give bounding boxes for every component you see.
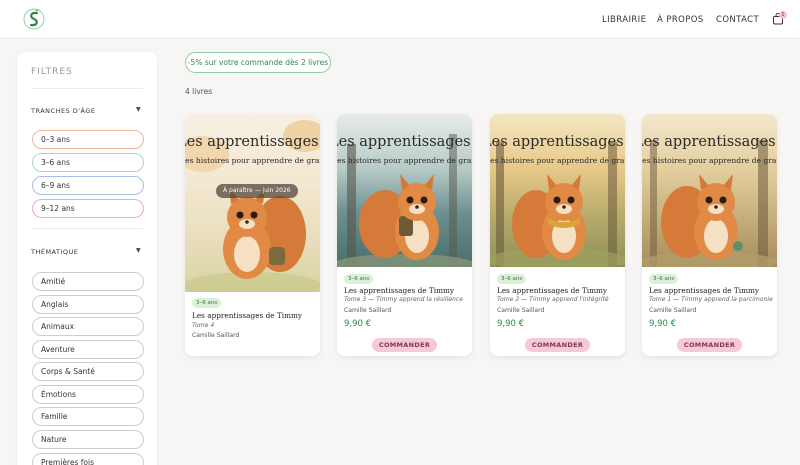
age-badge: 3–6 ans [192,298,222,308]
book-price: 9,90 € [344,319,372,329]
theme-filter-famille[interactable]: Famille [32,407,144,426]
book-subtitle: Tome 1 — Timmy apprend la parcimonie [649,296,773,303]
nav-a-propos[interactable]: À PROPOS [657,15,704,25]
cover-title: Les apprentissages de Timmy [642,134,777,150]
book-card[interactable]: Les apprentissages de Timmy Des histoire… [490,114,625,356]
order-button[interactable]: COMMANDER [525,338,590,352]
theme-filter-nature[interactable]: Nature [32,430,144,449]
cover-subtitle: Des histoires pour apprendre de grandes [185,156,320,165]
cover-title: Les apprentissages de Timmy [337,134,472,150]
cover-title: Les apprentissages de Timmy [490,134,625,150]
nav-contact[interactable]: CONTACT [716,15,759,25]
promo-banner[interactable]: -5% sur votre commande dès 2 livres [185,52,331,73]
book-title[interactable]: Les apprentissages de Timmy [649,286,759,295]
chevron-down-icon[interactable]: ▼ [136,106,141,113]
theme-filter-animaux[interactable]: Animaux [32,317,144,336]
theme-filter-premieres-fois[interactable]: Premières fois [32,453,144,465]
book-price: 9,90 € [649,319,677,329]
results-count: 4 livres [185,87,213,96]
book-subtitle: Tome 2 — Timmy apprend l'intégrité [497,296,609,303]
book-title[interactable]: Les apprentissages de Timmy [192,311,302,320]
book-author: Camille Saillard [497,307,545,314]
book-cover[interactable]: Les apprentissages de Timmy Des histoire… [490,114,625,267]
theme-filter-amitie[interactable]: Amitié [32,272,144,291]
book-cover[interactable]: Les apprentissages de Timmy Des histoire… [337,114,472,267]
cover-subtitle: Des histoires pour apprendre de grandes [337,156,472,165]
book-cover[interactable]: Les apprentissages de Timmy Des histoire… [642,114,777,267]
age-filter-3-6[interactable]: 3–6 ans [32,153,144,172]
order-button[interactable]: COMMANDER [372,338,437,352]
coming-soon-badge: À paraître — juin 2026 [216,184,298,198]
age-badge: 3–6 ans [344,274,374,284]
theme-filter-emotions[interactable]: Émotions [32,385,144,404]
book-title[interactable]: Les apprentissages de Timmy [344,286,454,295]
divider [31,228,143,229]
book-subtitle: Tome 4 [192,322,215,329]
theme-filter-aventure[interactable]: Aventure [32,340,144,359]
theme-section-title[interactable]: THÉMATIQUE [31,248,78,256]
cover-title: Les apprentissages de Timmy [185,134,320,150]
filters-sidebar: FILTRES TRANCHES D'ÂGE ▼ 0–3 ans 3–6 ans… [17,52,157,465]
filters-title: FILTRES [31,67,73,77]
cover-subtitle: Des histoires pour apprendre de grandes [642,156,777,165]
age-filter-6-9[interactable]: 6–9 ans [32,176,144,195]
chevron-down-icon[interactable]: ▼ [136,247,141,254]
book-title[interactable]: Les apprentissages de Timmy [497,286,607,295]
age-filter-0-3[interactable]: 0–3 ans [32,130,144,149]
age-badge: 3–6 ans [497,274,527,284]
book-subtitle: Tome 3 — Timmy apprend la résilience [344,296,463,303]
age-section-title[interactable]: TRANCHES D'ÂGE [31,107,96,115]
book-author: Camille Saillard [344,307,392,314]
theme-filter-corps-sante[interactable]: Corps & Santé [32,362,144,381]
book-price: 9,90 € [497,319,525,329]
site-header: LIBRAIRIE À PROPOS CONTACT 1 [0,0,800,39]
book-author: Camille Saillard [192,332,240,339]
age-badge: 3–6 ans [649,274,679,284]
book-card[interactable]: Les apprentissages de Timmy Des histoire… [185,114,320,356]
divider [31,88,143,89]
nav-librairie[interactable]: LIBRAIRIE [602,15,646,25]
order-button[interactable]: COMMANDER [677,338,742,352]
age-filter-9-12[interactable]: 9–12 ans [32,199,144,218]
cart-count-badge: 1 [779,11,787,19]
cover-subtitle: Des histoires pour apprendre de grandes [490,156,625,165]
book-cover[interactable]: Les apprentissages de Timmy Des histoire… [185,114,320,292]
book-author: Camille Saillard [649,307,697,314]
book-card[interactable]: Les apprentissages de Timmy Des histoire… [642,114,777,356]
brand-logo-icon[interactable] [23,7,45,31]
book-card[interactable]: Les apprentissages de Timmy Des histoire… [337,114,472,356]
theme-filter-anglais[interactable]: Anglais [32,295,144,314]
